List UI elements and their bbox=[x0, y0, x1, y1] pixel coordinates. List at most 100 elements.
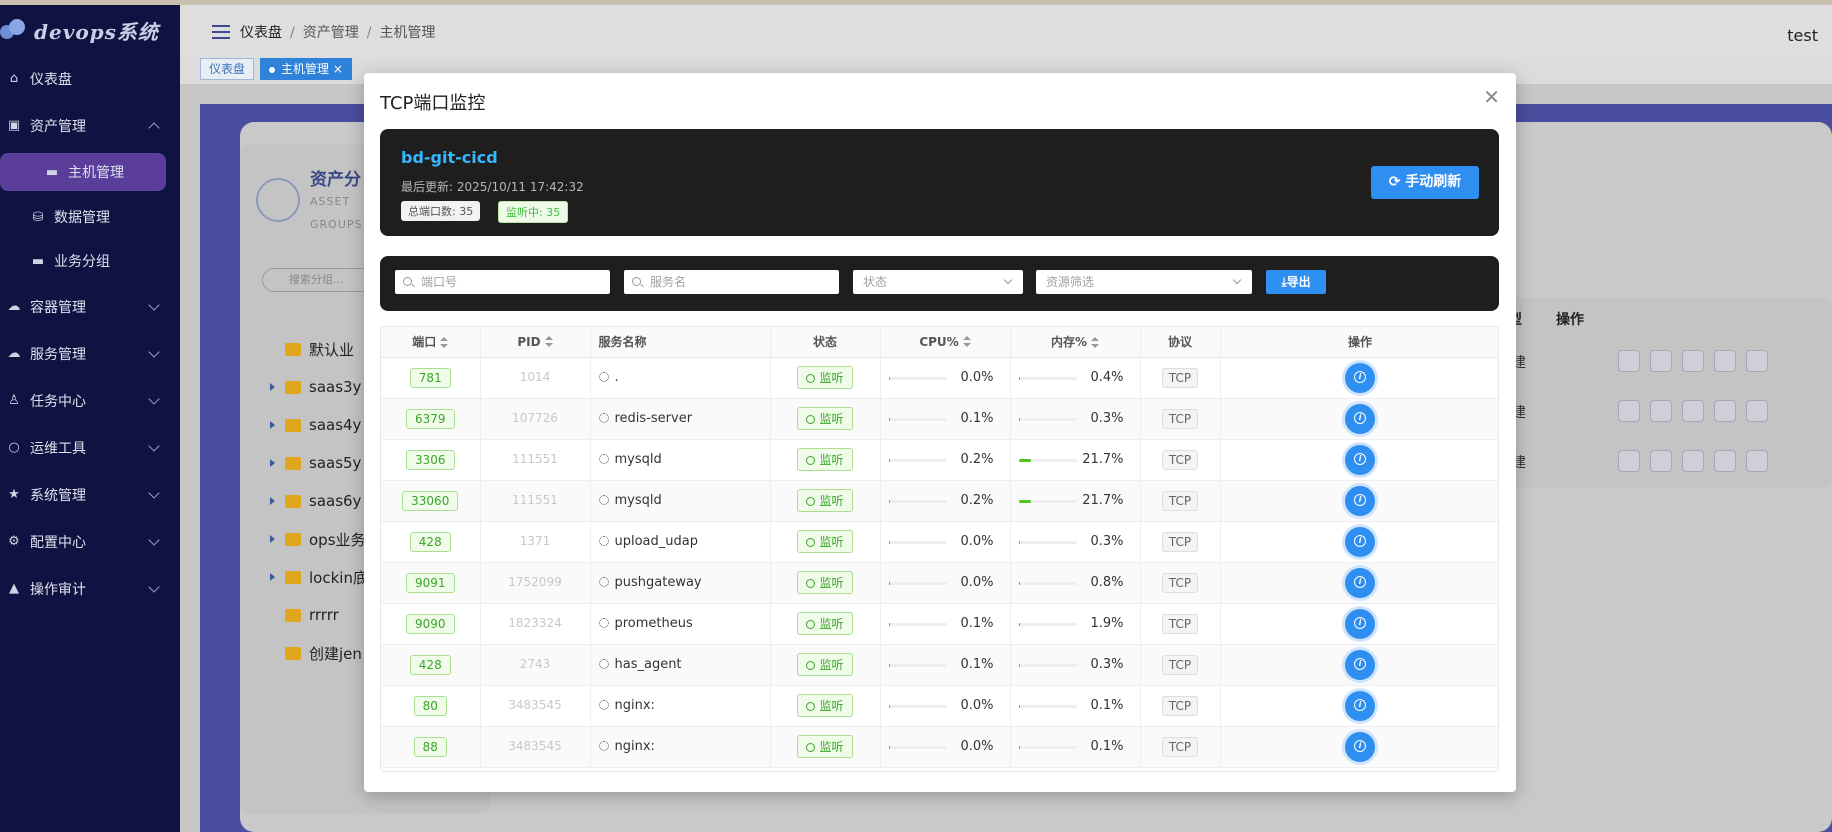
status-cell: 监听 bbox=[770, 562, 881, 604]
info-button[interactable]: i bbox=[1345, 485, 1375, 516]
table-row: 428 1371 upload_udap 监听 0.0% 0.3% TCP i bbox=[381, 521, 1498, 563]
close-icon[interactable]: ✕ bbox=[1483, 85, 1500, 109]
memory-value: 21.7% bbox=[1082, 492, 1124, 508]
port-cell: 3306 bbox=[381, 439, 481, 481]
actions-cell: i bbox=[1220, 726, 1498, 768]
memory-cell: 21.7% bbox=[1010, 439, 1141, 481]
cpu-progress-bar bbox=[888, 499, 947, 503]
info-button[interactable]: i bbox=[1345, 690, 1375, 721]
status-badge: 监听 bbox=[797, 489, 853, 512]
info-button[interactable]: i bbox=[1345, 444, 1375, 475]
memory-value: 21.7% bbox=[1082, 451, 1124, 467]
resource-filter-select[interactable]: 资源筛选 bbox=[1036, 270, 1252, 294]
cpu-progress-fill bbox=[888, 458, 890, 462]
export-button[interactable]: ⤓导出 bbox=[1266, 270, 1326, 294]
sort-icon[interactable] bbox=[1091, 336, 1100, 349]
cpu-cell: 0.1% bbox=[880, 644, 1011, 686]
port-table: 端口 PID 服务名称 状态 CPU% 内存% 协议 操作 781 1014. 监听… bbox=[380, 326, 1499, 772]
gear-icon bbox=[598, 372, 609, 382]
cpu-progress-fill bbox=[888, 581, 890, 585]
port-cell: 781 bbox=[381, 357, 481, 399]
cpu-value: 0.1% bbox=[960, 656, 994, 672]
memory-value: 0.3% bbox=[1090, 656, 1124, 672]
cpu-progress-bar bbox=[888, 458, 947, 462]
refresh-icon: ⟳ bbox=[1388, 174, 1401, 190]
pid-value: 111551 bbox=[512, 452, 558, 466]
protocol-tag: TCP bbox=[1161, 531, 1199, 552]
column-header-memory[interactable]: 内存% bbox=[1010, 327, 1141, 358]
actions-cell: i bbox=[1220, 685, 1498, 727]
cpu-progress-fill bbox=[888, 376, 890, 380]
port-tag: 33060 bbox=[402, 490, 459, 511]
memory-progress-bar bbox=[1018, 622, 1077, 626]
service-cell: pushgateway bbox=[590, 562, 771, 604]
memory-progress-bar bbox=[1018, 499, 1077, 503]
info-button[interactable]: i bbox=[1345, 362, 1375, 393]
info-button[interactable]: i bbox=[1345, 608, 1375, 639]
info-button[interactable]: i bbox=[1345, 403, 1375, 434]
check-circle-icon bbox=[806, 620, 816, 629]
actions-cell: i bbox=[1220, 357, 1498, 399]
info-button[interactable]: i bbox=[1345, 526, 1375, 557]
status-select[interactable]: 状态 bbox=[853, 270, 1023, 294]
protocol-tag: TCP bbox=[1161, 490, 1199, 511]
cpu-progress-bar bbox=[888, 581, 947, 585]
pid-cell: 2743 bbox=[480, 644, 591, 686]
info-icon: i bbox=[1354, 699, 1366, 711]
protocol-tag: TCP bbox=[1161, 654, 1199, 675]
info-button[interactable]: i bbox=[1345, 567, 1375, 598]
manual-refresh-button[interactable]: ⟳ 手动刷新 bbox=[1371, 166, 1479, 199]
protocol-cell: TCP bbox=[1140, 480, 1221, 522]
gear-icon bbox=[598, 700, 609, 710]
protocol-tag: TCP bbox=[1161, 449, 1199, 470]
protocol-cell: TCP bbox=[1140, 685, 1221, 727]
cpu-progress-fill bbox=[888, 499, 890, 503]
pid-value: 3483545 bbox=[508, 739, 562, 753]
memory-value: 0.3% bbox=[1090, 410, 1124, 426]
status-badge: 监听 bbox=[797, 366, 853, 389]
service-name: mysqld bbox=[614, 493, 662, 508]
sort-icon[interactable] bbox=[544, 336, 553, 348]
pid-cell: 3483545 bbox=[480, 685, 591, 727]
actions-cell: i bbox=[1220, 644, 1498, 686]
port-search-input[interactable]: 端口号 bbox=[395, 270, 610, 294]
memory-progress-bar bbox=[1018, 417, 1077, 421]
memory-cell: 0.4% bbox=[1010, 357, 1141, 399]
column-header-cpu[interactable]: CPU% bbox=[880, 327, 1011, 358]
cpu-cell: 0.1% bbox=[880, 398, 1011, 440]
sort-icon[interactable] bbox=[962, 336, 971, 348]
table-row: 9091 1752099 pushgateway 监听 0.0% 0.8% TCP i bbox=[381, 562, 1498, 604]
protocol-cell: TCP bbox=[1140, 726, 1221, 768]
info-icon: i bbox=[1354, 740, 1366, 752]
column-header-pid[interactable]: PID bbox=[480, 327, 591, 358]
port-cell: 33060 bbox=[381, 480, 481, 522]
port-tag: 3306 bbox=[405, 449, 455, 470]
info-icon: i bbox=[1354, 412, 1366, 424]
cpu-progress-bar bbox=[888, 376, 947, 380]
memory-cell: 0.1% bbox=[1010, 685, 1141, 727]
export-label: 导出 bbox=[1286, 275, 1311, 289]
port-tag: 428 bbox=[409, 531, 451, 552]
column-header-port[interactable]: 端口 bbox=[381, 327, 481, 358]
memory-cell: 21.7% bbox=[1010, 480, 1141, 522]
protocol-tag: TCP bbox=[1161, 367, 1199, 388]
service-search-input[interactable]: 服务名 bbox=[624, 270, 839, 294]
info-button[interactable]: i bbox=[1345, 649, 1375, 680]
info-button[interactable]: i bbox=[1345, 731, 1375, 762]
cpu-cell: 0.0% bbox=[880, 357, 1011, 399]
sort-icon[interactable] bbox=[440, 336, 449, 349]
placeholder: 资源筛选 bbox=[1046, 275, 1095, 289]
memory-cell: 1.9% bbox=[1010, 603, 1141, 645]
memory-progress-fill bbox=[1018, 622, 1020, 626]
service-cell: upload_udap bbox=[590, 521, 771, 563]
pid-value: 3483545 bbox=[508, 698, 562, 712]
table-row: 80 3483545 nginx: 监听 0.0% 0.1% TCP i bbox=[381, 685, 1498, 727]
gear-icon bbox=[598, 413, 609, 423]
cpu-progress-fill bbox=[888, 417, 890, 421]
table-row: 3306 111551 mysqld 监听 0.2% 21.7% TCP i bbox=[381, 439, 1498, 481]
gear-icon bbox=[598, 577, 609, 587]
cpu-progress-bar bbox=[888, 540, 947, 544]
cpu-progress-bar bbox=[888, 417, 947, 421]
pid-cell: 107726 bbox=[480, 398, 591, 440]
port-tag: 88 bbox=[413, 736, 447, 757]
